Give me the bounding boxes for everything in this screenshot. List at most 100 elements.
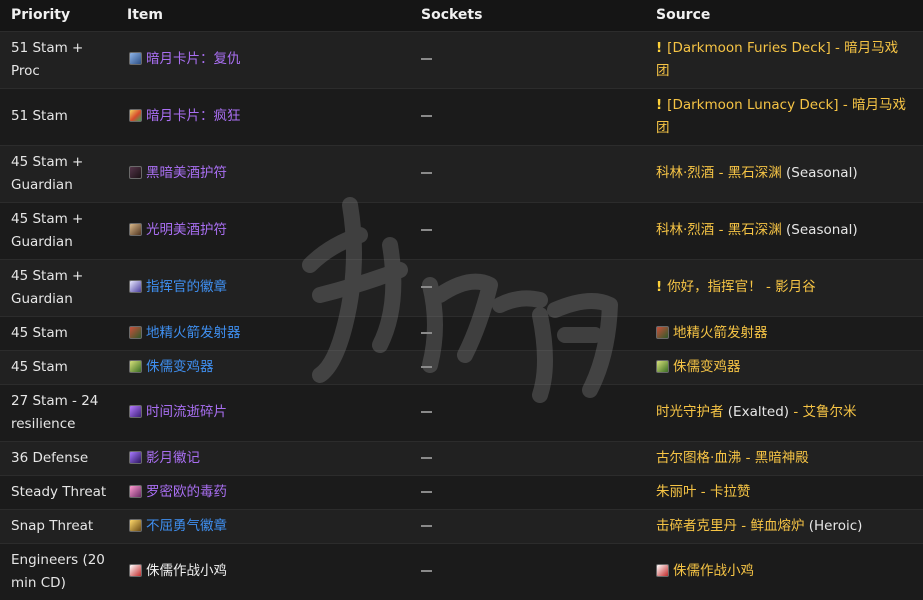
source-item-icon[interactable]	[656, 564, 669, 578]
item-link[interactable]: 侏儒作战小鸡	[146, 563, 227, 579]
source-link[interactable]: 科林·烈酒 - 黑石深渊	[656, 165, 782, 181]
sockets-cell	[410, 145, 645, 202]
item-cell: 暗月卡片：复仇	[116, 31, 410, 88]
source-cell: 侏儒变鸡器	[645, 350, 923, 384]
no-sockets-dash	[421, 524, 432, 527]
header-source[interactable]: Source	[645, 0, 923, 31]
source-cell: 时光守护者 (Exalted) - 艾鲁尔米	[645, 384, 923, 441]
trinket-priority-table: Priority Item Sockets Source 51 Stam + P…	[0, 0, 923, 600]
priority-cell: 51 Stam + Proc	[11, 39, 84, 79]
item-icon[interactable]	[129, 518, 142, 532]
item-icon[interactable]	[129, 564, 142, 578]
priority-cell: 45 Stam + Guardian	[11, 267, 84, 307]
source-link[interactable]: 时光守护者	[656, 404, 724, 420]
source-item-icon[interactable]	[656, 359, 669, 373]
source-link[interactable]: [Darkmoon Furies Deck] - 暗月马戏团	[656, 40, 898, 79]
source-cell: 侏儒作战小鸡	[645, 543, 923, 600]
source-item-icon[interactable]	[656, 325, 669, 339]
source-suffix: (Exalted) - 艾鲁尔米	[723, 404, 857, 420]
table-row: 45 Stam + Guardian 指挥官的徽章! 你好，指挥官！ - 影月谷	[0, 259, 923, 316]
table-header-row: Priority Item Sockets Source	[0, 0, 923, 31]
source-link[interactable]: 地精火箭发射器	[673, 325, 768, 341]
item-link[interactable]: 不屈勇气徽章	[146, 518, 227, 534]
header-sockets[interactable]: Sockets	[410, 0, 645, 31]
source-link[interactable]: 侏儒变鸡器	[673, 359, 741, 375]
item-icon[interactable]	[129, 405, 142, 418]
no-sockets-dash	[421, 456, 432, 459]
priority-cell: 45 Stam	[11, 324, 68, 341]
table-row: 27 Stam - 24 resilience 时间流逝碎片 时光守护者 (Exal…	[0, 384, 923, 441]
priority-cell: 45 Stam + Guardian	[11, 210, 84, 250]
item-cell: 时间流逝碎片	[116, 384, 410, 441]
quest-exclamation-icon: !	[656, 279, 663, 295]
table-row: Engineers (20 min CD) 侏儒作战小鸡 侏儒作战小鸡	[0, 543, 923, 600]
item-cell: 影月徽记	[116, 441, 410, 475]
quest-exclamation-icon: !	[656, 39, 663, 56]
sockets-cell	[410, 384, 645, 441]
sockets-cell	[410, 31, 645, 88]
sockets-cell	[410, 441, 645, 475]
source-cell: ! [Darkmoon Lunacy Deck] - 暗月马戏团	[645, 88, 923, 145]
source-link[interactable]: 朱丽叶 - 卡拉赞	[656, 484, 750, 500]
no-sockets-dash	[421, 229, 432, 231]
source-suffix: (Seasonal)	[781, 222, 858, 238]
item-cell: 光明美酒护符	[116, 202, 410, 259]
item-icon[interactable]	[129, 359, 142, 373]
no-sockets-dash	[421, 286, 432, 288]
source-link[interactable]: [Darkmoon Lunacy Deck] - 暗月马戏团	[656, 97, 906, 136]
sockets-cell	[410, 88, 645, 145]
item-link[interactable]: 暗月卡片：疯狂	[146, 108, 241, 124]
table-row: 36 Defense 影月徽记 古尔图格·血沸 - 黑暗神殿	[0, 441, 923, 475]
table-row: 45 Stam + Guardian 黑暗美酒护符 科林·烈酒 - 黑石深渊 (Se…	[0, 145, 923, 202]
table-row: Steady Threat 罗密欧的毒药 朱丽叶 - 卡拉赞	[0, 475, 923, 509]
source-cell: 地精火箭发射器	[645, 316, 923, 350]
item-link[interactable]: 黑暗美酒护符	[146, 165, 227, 181]
priority-cell: Engineers (20 min CD)	[11, 551, 105, 591]
item-icon[interactable]	[129, 166, 142, 179]
item-link[interactable]: 影月徽记	[146, 450, 200, 466]
source-link[interactable]: 古尔图格·血沸 - 黑暗神殿	[656, 450, 809, 466]
item-icon[interactable]	[129, 52, 142, 65]
no-sockets-dash	[421, 411, 432, 413]
header-priority[interactable]: Priority	[0, 0, 116, 31]
item-link[interactable]: 指挥官的徽章	[146, 279, 227, 295]
priority-cell: 36 Defense	[11, 449, 89, 466]
source-cell: 朱丽叶 - 卡拉赞	[645, 475, 923, 509]
item-icon[interactable]	[129, 484, 142, 498]
source-suffix: (Seasonal)	[781, 165, 858, 181]
priority-cell: 45 Stam	[11, 358, 68, 375]
item-icon[interactable]	[129, 325, 142, 339]
item-cell: 不屈勇气徽章	[116, 509, 410, 543]
item-link[interactable]: 侏儒变鸡器	[146, 359, 214, 375]
item-cell: 地精火箭发射器	[116, 316, 410, 350]
source-cell: ! 你好，指挥官！ - 影月谷	[645, 259, 923, 316]
quest-exclamation-icon: !	[656, 96, 663, 113]
source-link[interactable]: 科林·烈酒 - 黑石深渊	[656, 222, 782, 238]
item-link[interactable]: 时间流逝碎片	[146, 404, 227, 420]
item-icon[interactable]	[129, 450, 142, 464]
item-icon[interactable]	[129, 280, 142, 293]
source-link[interactable]: 你好，指挥官！ - 影月谷	[667, 279, 815, 295]
item-cell: 指挥官的徽章	[116, 259, 410, 316]
item-icon[interactable]	[129, 223, 142, 236]
priority-cell: Steady Threat	[11, 483, 107, 500]
source-cell: 科林·烈酒 - 黑石深渊 (Seasonal)	[645, 202, 923, 259]
item-cell: 罗密欧的毒药	[116, 475, 410, 509]
item-link[interactable]: 地精火箭发射器	[146, 325, 241, 341]
item-link[interactable]: 罗密欧的毒药	[146, 484, 227, 500]
item-link[interactable]: 暗月卡片：复仇	[146, 51, 241, 67]
table-row: 51 Stam 暗月卡片：疯狂! [Darkmoon Lunacy Deck] - …	[0, 88, 923, 145]
source-link[interactable]: 侏儒作战小鸡	[673, 563, 754, 579]
header-item[interactable]: Item	[116, 0, 410, 31]
source-cell: 击碎者克里丹 - 鲜血熔炉 (Heroic)	[645, 509, 923, 543]
source-cell: 科林·烈酒 - 黑石深渊 (Seasonal)	[645, 145, 923, 202]
table-row: Snap Threat 不屈勇气徽章 击碎者克里丹 - 鲜血熔炉 (Heroic)	[0, 509, 923, 543]
sockets-cell	[410, 259, 645, 316]
source-link[interactable]: 击碎者克里丹 - 鲜血熔炉	[656, 518, 804, 534]
table-row: 45 Stam 地精火箭发射器 地精火箭发射器	[0, 316, 923, 350]
no-sockets-dash	[421, 115, 432, 117]
item-link[interactable]: 光明美酒护符	[146, 222, 227, 238]
item-icon[interactable]	[129, 109, 142, 122]
sockets-cell	[410, 202, 645, 259]
table-row: 45 Stam + Guardian 光明美酒护符 科林·烈酒 - 黑石深渊 (Se…	[0, 202, 923, 259]
